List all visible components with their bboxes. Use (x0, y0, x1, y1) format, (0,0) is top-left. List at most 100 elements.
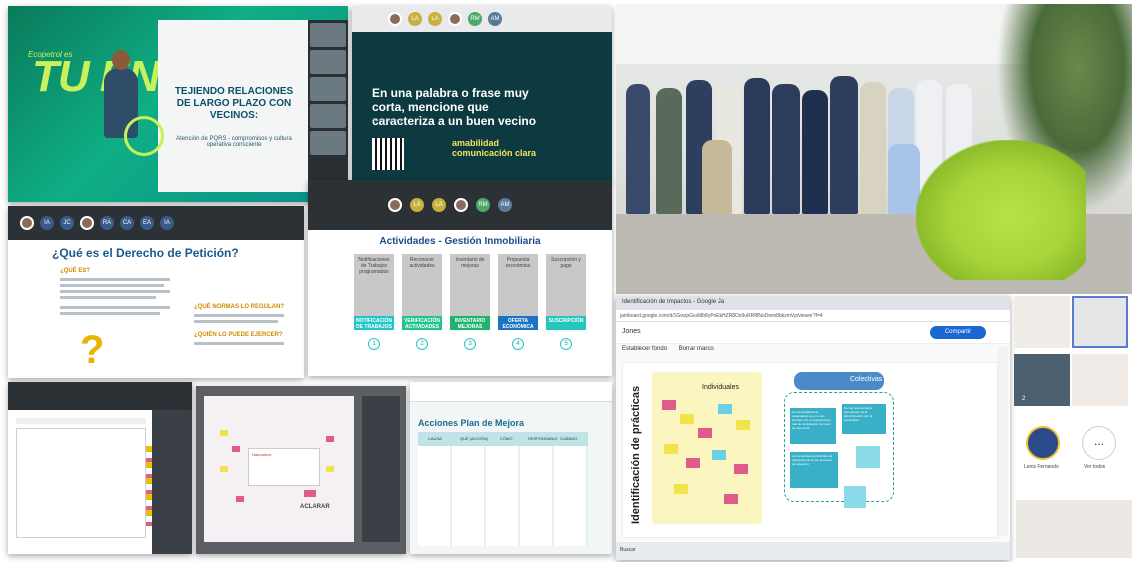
sticky-note[interactable] (698, 428, 712, 438)
column-header: CÓMO (500, 436, 513, 441)
participants-bar: LA LA RM AM (352, 6, 612, 32)
text-line (60, 290, 170, 293)
avatar: CA (120, 216, 134, 230)
sticky-note[interactable]: No hay acercamiento permanente de la adm… (842, 404, 886, 434)
step-number: 2 (416, 338, 428, 350)
word-cloud-item: amabilidad (452, 138, 500, 148)
activity-head: NOTIFICACIÓN DE TRABAJOS (354, 316, 394, 330)
video-tile[interactable] (1072, 296, 1128, 348)
sticky-note[interactable] (844, 486, 866, 508)
video-tile[interactable] (1072, 354, 1128, 406)
slide-buen-vecino: LA LA RM AM En una palabra o frase muy c… (352, 6, 612, 182)
activity-box: Notificaciones de Trabajos programados (354, 254, 394, 316)
participants-bar: LA LA RM AM (308, 180, 612, 230)
menu-label[interactable]: Jones (622, 328, 641, 335)
question-mark-icon: ? (80, 328, 105, 372)
table-body (16, 428, 146, 538)
sticky-note[interactable] (718, 404, 732, 414)
activity-head: INVENTARIO MEJORAS (450, 316, 490, 330)
avatar[interactable] (1026, 426, 1060, 460)
sticky-note[interactable] (734, 464, 748, 474)
participants-bar: IA JC RA CA EA IA (8, 206, 304, 240)
column-header: RESPONSABLE (528, 436, 558, 441)
sticky-note (326, 436, 334, 442)
video-tile (310, 77, 346, 101)
slide-gestion-inmobiliaria: LA LA RM AM Actividades - Gestión Inmobi… (308, 180, 612, 376)
url-bar[interactable]: jamboard.google.com/d/1GwzpGsxMb8yPvEkHZ… (616, 310, 1010, 322)
set-background-button[interactable]: Establecer fondo (622, 346, 667, 352)
avatar: AM (488, 12, 502, 26)
frog-statue (916, 140, 1086, 280)
column-header: CAUSA (428, 436, 442, 441)
section-heading: ¿QUÉ NORMAS LO REGULAN? (194, 304, 284, 310)
more-icon[interactable]: ... (1082, 426, 1116, 460)
avatar: AM (498, 198, 512, 212)
sticky-note[interactable]: La comunidad percibe falta de transparen… (790, 452, 838, 488)
participants-bar (8, 382, 192, 410)
sticky-note[interactable] (724, 494, 738, 504)
browser-tab[interactable]: Identificación de Impactos - Google Ja (616, 296, 1010, 310)
sticky-note[interactable] (856, 446, 880, 468)
avatar (448, 12, 462, 26)
activity-head: OFERTA ECONÓMICA (498, 316, 538, 330)
side-toolbar[interactable] (998, 346, 1008, 536)
slide-document-table (8, 382, 192, 554)
slide-subtitle: Atención de PQRS - compromisos y cultura… (176, 136, 292, 148)
share-button[interactable]: Compartir (930, 326, 986, 339)
video-tile (310, 104, 346, 128)
clear-frame-button[interactable]: Borrar marco (679, 346, 714, 352)
sticky-note (232, 446, 240, 452)
group-photo (616, 4, 1132, 294)
text-line (194, 314, 284, 317)
self-video-tile[interactable] (1016, 500, 1132, 558)
slide-tu-energia: Ecopetrol es TU ENERGÍA TEJIENDO RELACIO… (8, 6, 348, 202)
text-line (60, 278, 170, 281)
sticky-note[interactable] (712, 450, 726, 460)
avatar (388, 198, 402, 212)
section-heading: ¿QUIÉN LO PUEDE EJERCER? (194, 332, 283, 338)
video-strip (308, 20, 348, 192)
sticky-note[interactable] (736, 420, 750, 430)
see-all-label[interactable]: Ver todos (1084, 464, 1105, 470)
sticky-note[interactable] (674, 484, 688, 494)
text-line (60, 284, 164, 287)
avatar (388, 12, 402, 26)
step-number: 3 (464, 338, 476, 350)
step-number: 4 (512, 338, 524, 350)
avatar: LA (408, 12, 422, 26)
submenu: Establecer fondo Borrar marco (622, 346, 714, 352)
sticky-note[interactable] (662, 400, 676, 410)
sticky-note[interactable] (686, 458, 700, 468)
table-header (16, 418, 146, 424)
avatar: LA (432, 198, 446, 212)
person (744, 78, 770, 214)
slide-title: TEJIENDO RELACIONES DE LARGO PLAZO CON V… (174, 86, 294, 121)
avatar: EA (140, 216, 154, 230)
presenter-head (112, 50, 130, 70)
sticky-note (220, 466, 228, 472)
browser-bar (410, 382, 612, 402)
slide-title: Acciones Plan de Mejora (418, 418, 525, 428)
sticky-note[interactable] (680, 414, 694, 424)
avatar (20, 216, 34, 230)
sticky-note[interactable]: La comunidad tiene expectativas que no s… (790, 408, 836, 444)
video-strip (362, 396, 400, 542)
response-count: 34 responses (372, 118, 403, 124)
video-tile (310, 23, 346, 47)
avatar: RM (476, 198, 490, 212)
text-line (194, 342, 284, 345)
person (860, 82, 886, 214)
activity-box: Inventario de mejoras (450, 254, 490, 316)
modal-button[interactable] (304, 490, 316, 497)
video-tile (310, 131, 346, 155)
sticky-note[interactable] (664, 444, 678, 454)
column-label: Individuales (702, 384, 739, 391)
sticky-note (220, 430, 228, 436)
sticky-note (326, 466, 334, 472)
slide-modal: Naturaleza ACLARAR (196, 386, 406, 554)
video-tile[interactable] (1014, 296, 1070, 348)
text-line (60, 306, 170, 309)
person (656, 88, 682, 214)
search-box[interactable]: Buscar (620, 547, 636, 553)
windows-taskbar: Buscar (616, 542, 1010, 560)
